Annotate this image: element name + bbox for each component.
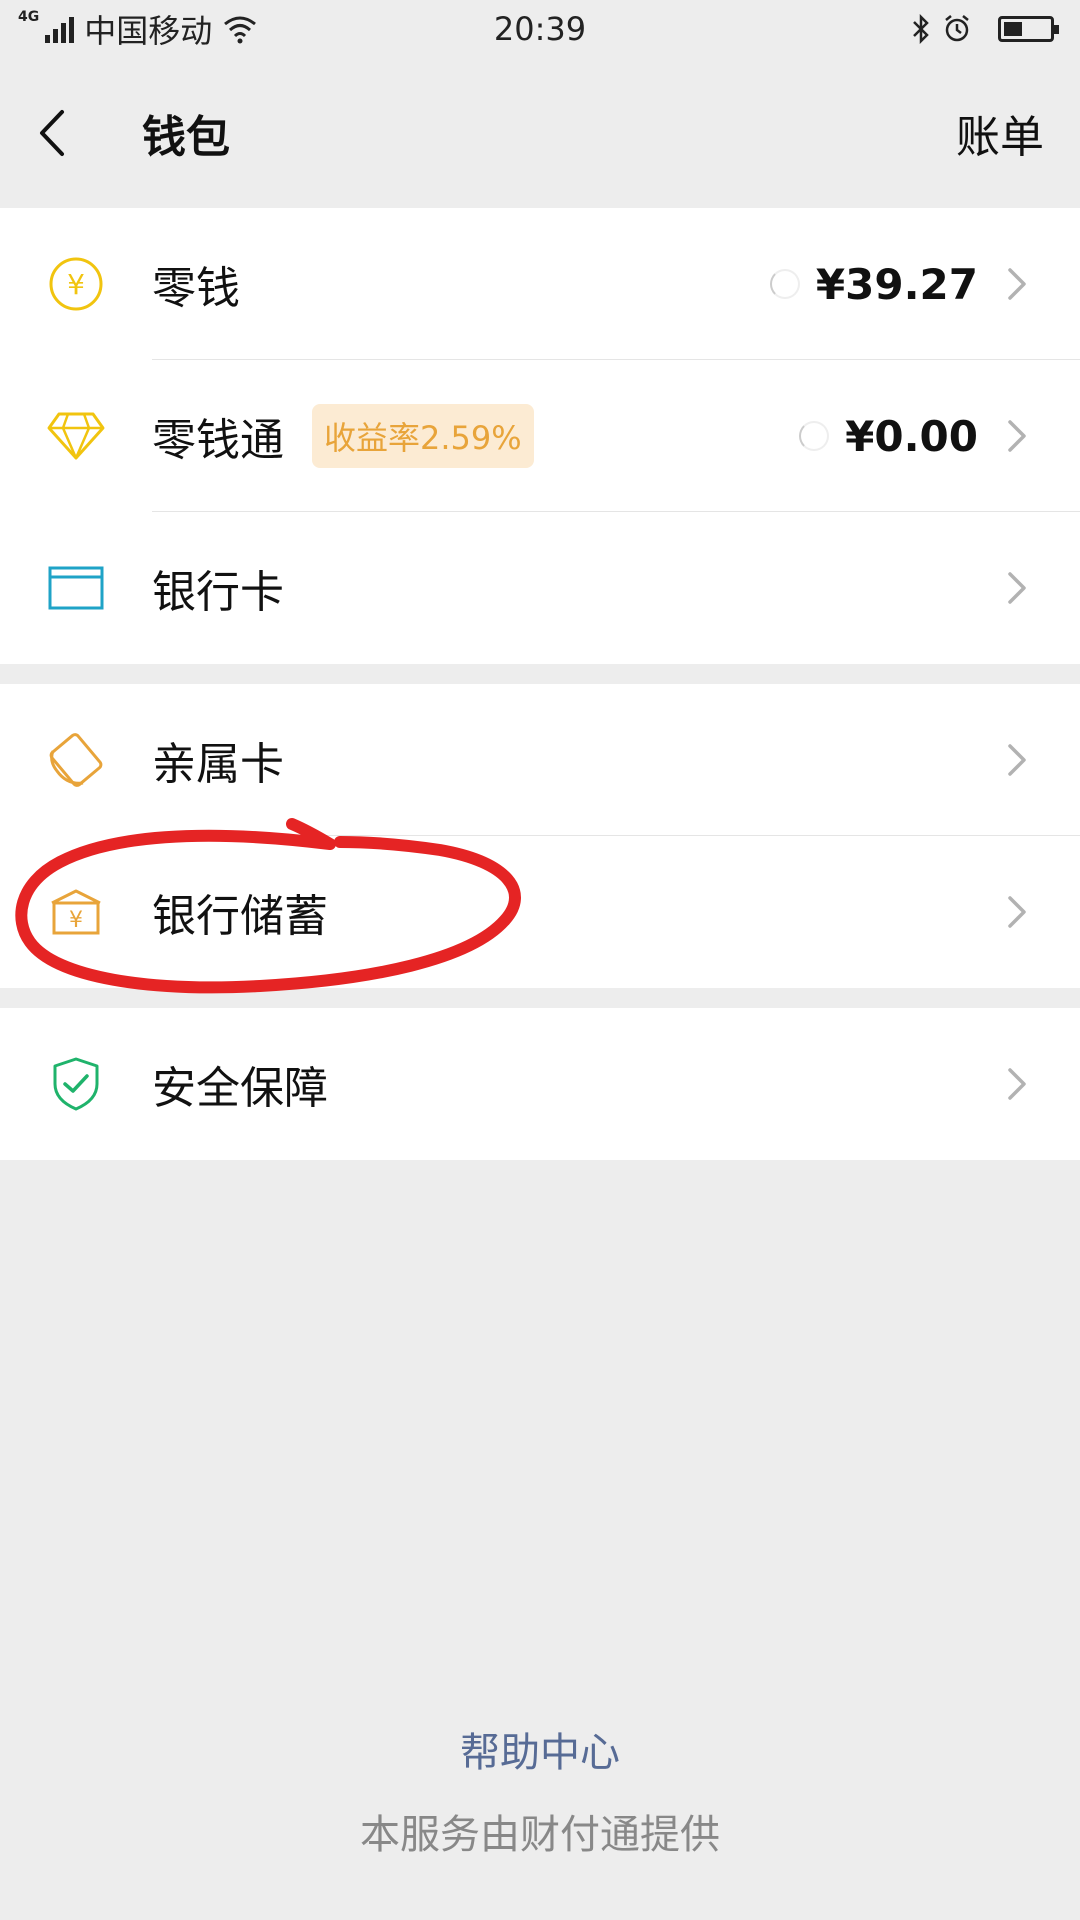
- chevron-right-icon: [1008, 268, 1026, 300]
- bill-button[interactable]: 账单: [956, 101, 1044, 165]
- network-type: 4G: [18, 9, 40, 25]
- family-card-icon: [46, 730, 106, 790]
- bluetooth-icon: [913, 14, 929, 44]
- alarm-icon: [945, 15, 969, 42]
- svg-text:¥: ¥: [69, 908, 83, 933]
- carrier-name: 中国移动: [84, 12, 213, 50]
- wallet-item-security[interactable]: 安全保障: [0, 1008, 1080, 1160]
- item-label: 零钱: [152, 263, 240, 314]
- page-title: 钱包: [142, 112, 230, 163]
- wifi-icon: [224, 16, 257, 44]
- item-label: 安全保障: [152, 1063, 328, 1114]
- wallet-item-bank-savings[interactable]: ¥ 银行储蓄: [0, 836, 1080, 988]
- item-label: 银行储蓄: [152, 891, 328, 942]
- item-label: 银行卡: [152, 567, 284, 618]
- wallet-group-balance: ¥ 零钱 ¥39.27 零钱通 收益率2.59% ¥0.00 银行卡: [0, 208, 1080, 664]
- svg-text:¥: ¥: [67, 268, 85, 301]
- back-button[interactable]: [36, 93, 96, 173]
- nav-bar: 钱包 账单: [0, 58, 1080, 208]
- chevron-right-icon: [1008, 744, 1026, 776]
- status-right: [910, 14, 1064, 44]
- chevron-right-icon: [1008, 1068, 1026, 1100]
- lingqiantong-amount: ¥0.00: [845, 411, 978, 461]
- chevron-right-icon: [1008, 896, 1026, 928]
- chevron-right-icon: [1008, 572, 1026, 604]
- provider-note: 本服务由财付通提供: [360, 1812, 720, 1858]
- balance-value: ¥39.27: [769, 259, 978, 309]
- wallet-item-lingqiantong[interactable]: 零钱通 收益率2.59% ¥0.00: [0, 360, 1080, 512]
- help-center-link[interactable]: 帮助中心: [0, 1720, 1080, 1778]
- balance-amount: ¥39.27: [815, 259, 978, 309]
- loading-spinner-icon: [769, 269, 800, 299]
- yield-rate-badge: 收益率2.59%: [312, 404, 534, 468]
- bank-savings-icon: ¥: [46, 882, 106, 942]
- chevron-right-icon: [1008, 420, 1026, 452]
- lingqiantong-value: ¥0.00: [799, 412, 978, 461]
- wallet-item-change[interactable]: ¥ 零钱 ¥39.27: [0, 208, 1080, 360]
- diamond-icon: [46, 406, 106, 466]
- wallet-group-family: 亲属卡 ¥ 银行储蓄: [0, 684, 1080, 988]
- item-label: 亲属卡: [152, 739, 284, 790]
- signal-icon: [45, 15, 75, 43]
- bank-card-icon: [46, 558, 106, 618]
- shield-check-icon: [46, 1054, 106, 1114]
- item-label: 零钱通: [152, 415, 284, 466]
- status-bar: 4G 中国移动 20:39: [0, 0, 1080, 58]
- loading-spinner-icon: [799, 421, 830, 451]
- battery-icon: [998, 16, 1059, 42]
- wallet-item-bank-card[interactable]: 银行卡: [0, 512, 1080, 664]
- wallet-item-family-card[interactable]: 亲属卡: [0, 684, 1080, 836]
- wallet-group-security: 安全保障: [0, 1008, 1080, 1160]
- coin-yen-icon: ¥: [46, 254, 106, 314]
- status-left: 4G 中国移动: [18, 6, 258, 52]
- chevron-left-icon: [40, 110, 64, 156]
